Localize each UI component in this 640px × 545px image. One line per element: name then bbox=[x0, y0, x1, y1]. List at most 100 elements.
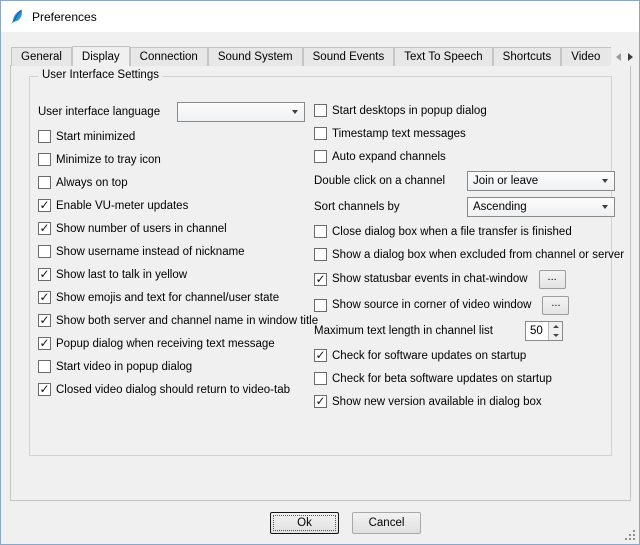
spin-down-icon[interactable] bbox=[549, 331, 562, 340]
sort-channels-label: Sort channels by bbox=[314, 201, 462, 213]
max-text-length-spinbox[interactable]: 50 bbox=[525, 321, 563, 341]
video-source-corner-label: Show source in corner of video window bbox=[332, 299, 531, 311]
checkbox-row-start-minimized[interactable]: Start minimized bbox=[38, 125, 310, 148]
emojis-text-label: Show emojis and text for channel/user st… bbox=[56, 292, 279, 304]
user-count-label: Show number of users in channel bbox=[56, 223, 227, 235]
tab-scroll-buttons bbox=[611, 47, 638, 66]
checkbox-row-minimize-to-tray[interactable]: Minimize to tray icon bbox=[38, 148, 310, 171]
video-source-browse-button[interactable]: ... bbox=[542, 296, 569, 315]
server-channel-title-label: Show both server and channel name in win… bbox=[56, 315, 318, 327]
last-talk-yellow-checkbox[interactable] bbox=[38, 268, 51, 281]
resize-grip[interactable] bbox=[624, 529, 636, 541]
left-column: User interface language Start minimized … bbox=[38, 99, 310, 401]
language-label: User interface language bbox=[38, 106, 172, 118]
double-click-combo[interactable]: Join or leave bbox=[467, 171, 615, 191]
max-text-length-value: 50 bbox=[526, 322, 548, 340]
check-beta-updates-checkbox[interactable] bbox=[314, 372, 327, 385]
closed-video-return-label: Closed video dialog should return to vid… bbox=[56, 384, 290, 396]
server-channel-title-checkbox[interactable] bbox=[38, 314, 51, 327]
popup-text-message-label: Popup dialog when receiving text message bbox=[56, 338, 275, 350]
closed-video-return-checkbox[interactable] bbox=[38, 383, 51, 396]
tab-bar: General Display Connection Sound System … bbox=[11, 45, 611, 66]
close-filetransfer-dialog-label: Close dialog box when a file transfer is… bbox=[332, 226, 572, 238]
check-updates-checkbox[interactable] bbox=[314, 349, 327, 362]
emojis-text-checkbox[interactable] bbox=[38, 291, 51, 304]
checkbox-row-closed-video-return[interactable]: Closed video dialog should return to vid… bbox=[38, 378, 310, 401]
timestamp-messages-checkbox[interactable] bbox=[314, 127, 327, 140]
checkbox-row-auto-expand-channels[interactable]: Auto expand channels bbox=[314, 145, 608, 168]
sort-channels-combo[interactable]: Ascending bbox=[467, 197, 615, 217]
ok-button[interactable]: Ok bbox=[270, 512, 339, 534]
checkbox-row-user-count[interactable]: Show number of users in channel bbox=[38, 217, 310, 240]
minimize-to-tray-label: Minimize to tray icon bbox=[56, 154, 161, 166]
timestamp-messages-label: Timestamp text messages bbox=[332, 128, 466, 140]
tab-scroll-right-icon[interactable] bbox=[625, 48, 636, 65]
checkbox-row-new-version-dialog[interactable]: Show new version available in dialog box bbox=[314, 390, 608, 413]
double-click-row: Double click on a channel Join or leave bbox=[314, 168, 608, 194]
sort-channels-row: Sort channels by Ascending bbox=[314, 194, 608, 220]
new-version-dialog-checkbox[interactable] bbox=[314, 395, 327, 408]
tab-sound-events[interactable]: Sound Events bbox=[303, 47, 395, 66]
cancel-button[interactable]: Cancel bbox=[352, 512, 421, 534]
minimize-to-tray-checkbox[interactable] bbox=[38, 153, 51, 166]
user-count-checkbox[interactable] bbox=[38, 222, 51, 235]
window-title: Preferences bbox=[32, 10, 97, 24]
tab-sound-system[interactable]: Sound System bbox=[208, 47, 303, 66]
sort-channels-combo-value: Ascending bbox=[468, 201, 602, 213]
start-video-popup-checkbox[interactable] bbox=[38, 360, 51, 373]
tab-display[interactable]: Display bbox=[72, 46, 130, 66]
spin-up-icon[interactable] bbox=[549, 322, 562, 331]
start-desktops-popup-checkbox[interactable] bbox=[314, 104, 327, 117]
popup-text-message-checkbox[interactable] bbox=[38, 337, 51, 350]
checkbox-row-start-desktops-popup[interactable]: Start desktops in popup dialog bbox=[314, 99, 608, 122]
chevron-down-icon bbox=[602, 179, 608, 183]
checkbox-row-vu-meter[interactable]: Enable VU-meter updates bbox=[38, 194, 310, 217]
double-click-combo-value: Join or leave bbox=[468, 175, 602, 187]
checkbox-row-check-updates[interactable]: Check for software updates on startup bbox=[314, 344, 608, 367]
checkbox-row-close-filetransfer-dialog[interactable]: Close dialog box when a file transfer is… bbox=[314, 220, 608, 243]
checkbox-row-timestamp-messages[interactable]: Timestamp text messages bbox=[314, 122, 608, 145]
tab-video[interactable]: Video bbox=[561, 47, 611, 66]
auto-expand-channels-checkbox[interactable] bbox=[314, 150, 327, 163]
start-video-popup-label: Start video in popup dialog bbox=[56, 361, 192, 373]
checkbox-row-start-video-popup[interactable]: Start video in popup dialog bbox=[38, 355, 310, 378]
tab-connection[interactable]: Connection bbox=[130, 47, 208, 66]
always-on-top-checkbox[interactable] bbox=[38, 176, 51, 189]
vu-meter-label: Enable VU-meter updates bbox=[56, 200, 188, 212]
statusbar-events-label: Show statusbar events in chat-window bbox=[332, 273, 528, 285]
auto-expand-channels-label: Auto expand channels bbox=[332, 151, 446, 163]
checkbox-row-server-channel-title[interactable]: Show both server and channel name in win… bbox=[38, 309, 310, 332]
teamtalk-feather-icon bbox=[9, 9, 25, 25]
close-filetransfer-dialog-checkbox[interactable] bbox=[314, 225, 327, 238]
checkbox-row-always-on-top[interactable]: Always on top bbox=[38, 171, 310, 194]
checkbox-row-video-source-corner[interactable]: Show source in corner of video window ..… bbox=[314, 292, 608, 318]
tab-scroll-left-icon[interactable] bbox=[613, 48, 624, 65]
checkbox-row-statusbar-events[interactable]: Show statusbar events in chat-window ... bbox=[314, 266, 608, 292]
check-updates-label: Check for software updates on startup bbox=[332, 350, 526, 362]
language-row: User interface language bbox=[38, 99, 310, 125]
excluded-dialog-checkbox[interactable] bbox=[314, 248, 327, 261]
new-version-dialog-label: Show new version available in dialog box bbox=[332, 396, 542, 408]
language-combo[interactable] bbox=[177, 102, 305, 122]
statusbar-events-browse-button[interactable]: ... bbox=[539, 270, 566, 289]
show-username-label: Show username instead of nickname bbox=[56, 246, 245, 258]
double-click-label: Double click on a channel bbox=[314, 175, 462, 187]
chevron-down-icon bbox=[292, 110, 298, 114]
preferences-dialog: Preferences General Display Connection S… bbox=[0, 0, 640, 545]
tab-shortcuts[interactable]: Shortcuts bbox=[493, 47, 562, 66]
checkbox-row-show-username[interactable]: Show username instead of nickname bbox=[38, 240, 310, 263]
start-minimized-checkbox[interactable] bbox=[38, 130, 51, 143]
checkbox-row-emojis-text[interactable]: Show emojis and text for channel/user st… bbox=[38, 286, 310, 309]
video-source-corner-checkbox[interactable] bbox=[314, 299, 327, 312]
checkbox-row-last-talk-yellow[interactable]: Show last to talk in yellow bbox=[38, 263, 310, 286]
checkbox-row-popup-text-message[interactable]: Popup dialog when receiving text message bbox=[38, 332, 310, 355]
max-text-length-row: Maximum text length in channel list 50 bbox=[314, 318, 608, 344]
titlebar[interactable]: Preferences bbox=[1, 1, 639, 32]
statusbar-events-checkbox[interactable] bbox=[314, 273, 327, 286]
checkbox-row-excluded-dialog[interactable]: Show a dialog box when excluded from cha… bbox=[314, 243, 608, 266]
checkbox-row-check-beta-updates[interactable]: Check for beta software updates on start… bbox=[314, 367, 608, 390]
tab-general[interactable]: General bbox=[11, 47, 72, 66]
vu-meter-checkbox[interactable] bbox=[38, 199, 51, 212]
tab-text-to-speech[interactable]: Text To Speech bbox=[394, 47, 492, 66]
show-username-checkbox[interactable] bbox=[38, 245, 51, 258]
